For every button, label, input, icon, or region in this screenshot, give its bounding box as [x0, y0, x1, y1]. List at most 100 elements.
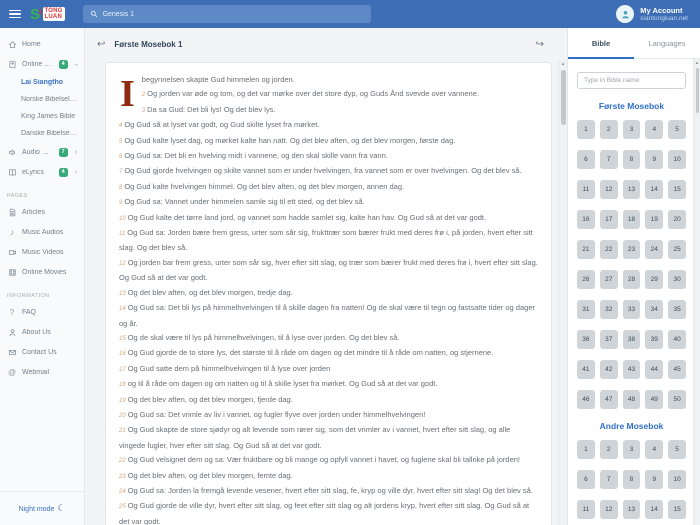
- chapter-button[interactable]: 45: [668, 360, 686, 379]
- sidebar-item-contact-us[interactable]: Contact Us: [0, 342, 84, 362]
- chapter-button[interactable]: 8: [622, 150, 641, 169]
- main-scrollbar-thumb[interactable]: [560, 70, 566, 125]
- chapter-button[interactable]: 42: [599, 360, 618, 379]
- chapter-button[interactable]: 6: [577, 470, 595, 489]
- chapter-button[interactable]: 1: [577, 440, 595, 459]
- chapter-button[interactable]: 5: [668, 440, 686, 459]
- global-search-input[interactable]: Genesis 1: [82, 5, 371, 23]
- chapter-button[interactable]: 15: [668, 500, 686, 519]
- back-icon[interactable]: ↩: [97, 39, 105, 50]
- chapter-button[interactable]: 11: [577, 180, 595, 199]
- chapter-button[interactable]: 20: [668, 210, 686, 229]
- chapter-button[interactable]: 14: [645, 180, 664, 199]
- night-mode-toggle[interactable]: Night mode ☾: [0, 491, 84, 525]
- chapter-button[interactable]: 13: [622, 500, 641, 519]
- sidebar-item-norske-bibelselskap[interactable]: Norske Bibelselskap: [0, 91, 84, 108]
- chapter-button[interactable]: 8: [622, 470, 641, 489]
- chapter-button[interactable]: 6: [577, 150, 595, 169]
- chapter-button[interactable]: 12: [599, 180, 618, 199]
- verse-list: Ibegynnelsen skapte Gud himmelen og jord…: [119, 73, 538, 525]
- chapter-button[interactable]: 33: [622, 300, 641, 319]
- sidebar-item-audio-drama[interactable]: Audio Drama 7 ›: [0, 142, 84, 162]
- sidebar-item-lai-siangtho[interactable]: Lai Siangtho: [0, 74, 84, 91]
- chapter-button[interactable]: 30: [668, 270, 686, 289]
- chapter-button[interactable]: 43: [622, 360, 641, 379]
- chapter-button[interactable]: 38: [622, 330, 641, 349]
- chapter-button[interactable]: 37: [599, 330, 618, 349]
- panel-scrollbar-thumb[interactable]: [695, 68, 699, 113]
- chapter-button[interactable]: 7: [599, 470, 618, 489]
- chapter-button[interactable]: 34: [645, 300, 664, 319]
- sidebar-item-webmail[interactable]: @ Webmail: [0, 362, 84, 382]
- chapter-button[interactable]: 19: [645, 210, 664, 229]
- share-icon[interactable]: ↪: [536, 39, 544, 50]
- chapter-button[interactable]: 41: [577, 360, 595, 379]
- chapter-button[interactable]: 27: [599, 270, 618, 289]
- chapter-button[interactable]: 44: [645, 360, 664, 379]
- chapter-button[interactable]: 12: [599, 500, 618, 519]
- chapter-button[interactable]: 26: [577, 270, 595, 289]
- chapter-button[interactable]: 9: [645, 470, 664, 489]
- chapter-grid: 1 2 3 4 5 6 7 8 9 10 11 12 13 14 15 16 17 18 19 20 21 22 23 24 2…: [577, 120, 686, 409]
- scroll-up-icon[interactable]: ▴: [694, 59, 700, 67]
- sidebar-item-king-james-bible[interactable]: King James Bible: [0, 108, 84, 125]
- sidebar-item-home[interactable]: Home: [0, 34, 84, 54]
- chapter-button[interactable]: 14: [645, 500, 664, 519]
- chapter-button[interactable]: 39: [645, 330, 664, 349]
- chapter-button[interactable]: 10: [668, 150, 686, 169]
- chapter-button[interactable]: 47: [599, 390, 618, 409]
- chapter-button[interactable]: 25: [668, 240, 686, 259]
- chapter-button[interactable]: 32: [599, 300, 618, 319]
- chapter-button[interactable]: 36: [577, 330, 595, 349]
- chapter-button[interactable]: 7: [599, 150, 618, 169]
- chapter-button[interactable]: 3: [622, 440, 641, 459]
- chapter-button[interactable]: 40: [668, 330, 686, 349]
- sidebar-item-faq[interactable]: ? FAQ: [0, 302, 84, 322]
- chapter-button[interactable]: 2: [599, 120, 618, 139]
- chapter-button[interactable]: 23: [622, 240, 641, 259]
- chapter-button[interactable]: 28: [622, 270, 641, 289]
- chapter-button[interactable]: 4: [645, 440, 664, 459]
- chapter-button[interactable]: 17: [599, 210, 618, 229]
- scroll-up-icon[interactable]: ▴: [559, 60, 567, 68]
- tab-bible[interactable]: Bible: [568, 28, 634, 59]
- sidebar-item-music-videos[interactable]: Music Videos: [0, 242, 84, 262]
- chapter-button[interactable]: 15: [668, 180, 686, 199]
- chapter-button[interactable]: 24: [645, 240, 664, 259]
- sidebar-item-music-audios[interactable]: ♪ Music Audios: [0, 222, 84, 242]
- chapter-button[interactable]: 5: [668, 120, 686, 139]
- sidebar-item-online-movies[interactable]: Online Movies: [0, 262, 84, 282]
- chapter-button[interactable]: 18: [622, 210, 641, 229]
- account-menu[interactable]: My Account siantongluan.net: [616, 5, 688, 23]
- chapter-button[interactable]: 46: [577, 390, 595, 409]
- sidebar-item-articles[interactable]: Articles: [0, 202, 84, 222]
- chapter-button[interactable]: 48: [622, 390, 641, 409]
- bible-search-input[interactable]: [577, 72, 686, 89]
- sidebar-item-danske-bibelselskabet[interactable]: Danske Bibelselskabet: [0, 125, 84, 142]
- chapter-button[interactable]: 29: [645, 270, 664, 289]
- panel-scrollbar[interactable]: ▴: [693, 59, 700, 525]
- chapter-button[interactable]: 22: [599, 240, 618, 259]
- menu-icon[interactable]: [9, 9, 21, 19]
- sidebar-item-elyrics[interactable]: eLyrics 4 ›: [0, 162, 84, 182]
- chapter-button[interactable]: 16: [577, 210, 595, 229]
- chapter-button[interactable]: 49: [645, 390, 664, 409]
- logo[interactable]: S i TONG LUAN: [30, 7, 65, 22]
- chapter-button[interactable]: 9: [645, 150, 664, 169]
- main-scrollbar[interactable]: ▴: [558, 60, 567, 525]
- chapter-button[interactable]: 11: [577, 500, 595, 519]
- chapter-button[interactable]: 35: [668, 300, 686, 319]
- lyrics-icon: [7, 168, 17, 177]
- chapter-button[interactable]: 4: [645, 120, 664, 139]
- tab-languages[interactable]: Languages: [634, 28, 700, 58]
- chapter-button[interactable]: 10: [668, 470, 686, 489]
- sidebar-item-online-bible[interactable]: Online Bible 4 ›: [0, 54, 84, 74]
- chapter-button[interactable]: 1: [577, 120, 595, 139]
- chapter-button[interactable]: 13: [622, 180, 641, 199]
- chapter-button[interactable]: 2: [599, 440, 618, 459]
- chapter-button[interactable]: 3: [622, 120, 641, 139]
- chapter-button[interactable]: 50: [668, 390, 686, 409]
- chapter-button[interactable]: 21: [577, 240, 595, 259]
- sidebar-item-about-us[interactable]: About Us: [0, 322, 84, 342]
- chapter-button[interactable]: 31: [577, 300, 595, 319]
